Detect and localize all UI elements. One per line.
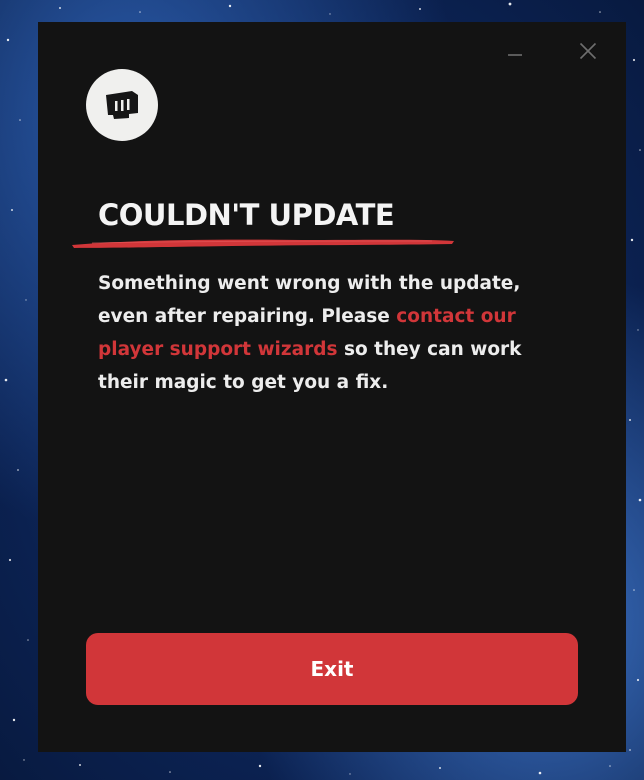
update-error-dialog: COULDN'T UPDATE Something went wrong wit… — [38, 22, 626, 752]
exit-button[interactable]: Exit — [86, 633, 578, 705]
minimize-icon — [508, 54, 522, 56]
close-icon — [579, 42, 597, 60]
minimize-button[interactable] — [500, 36, 530, 66]
fist-logo-icon — [106, 91, 138, 119]
riot-logo — [86, 69, 158, 141]
title-underline-brush — [72, 239, 454, 248]
dialog-title: COULDN'T UPDATE — [98, 198, 395, 232]
close-button[interactable] — [573, 36, 603, 66]
error-message: Something went wrong with the update, ev… — [98, 267, 568, 399]
